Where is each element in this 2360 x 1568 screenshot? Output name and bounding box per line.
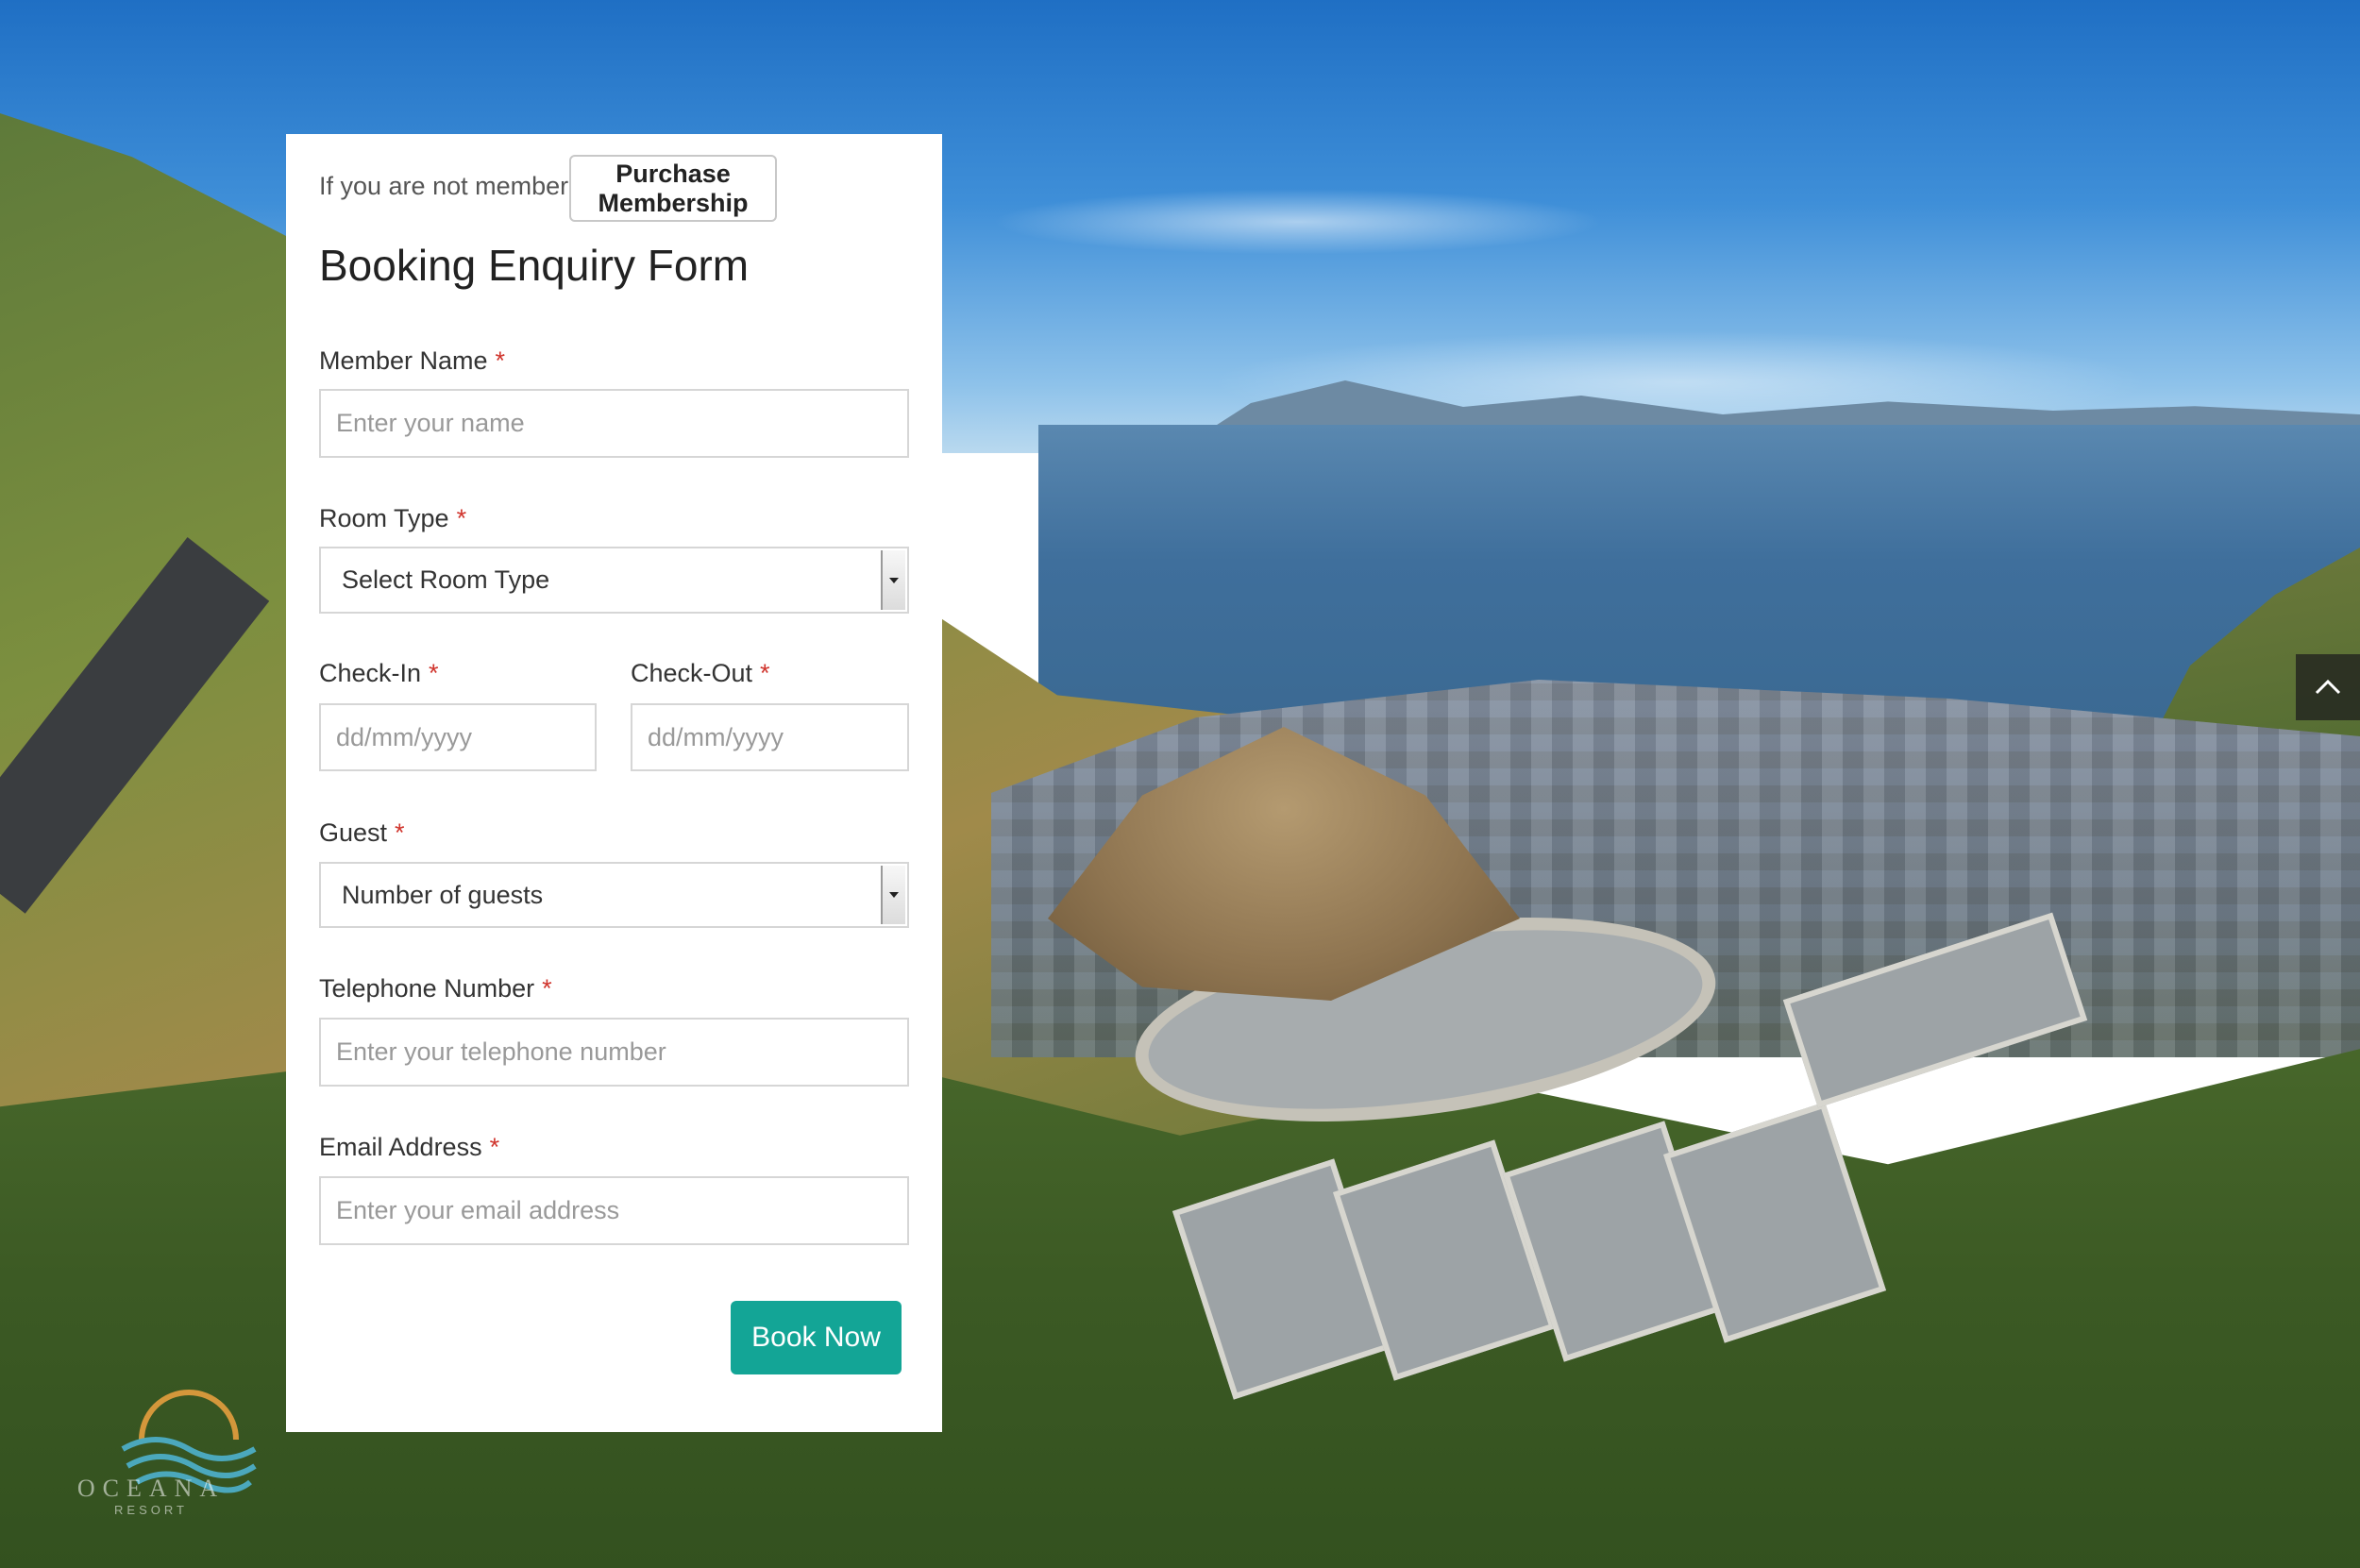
logo-subtext: RESORT (114, 1503, 188, 1517)
telephone-input[interactable]: Enter your telephone number (319, 1018, 909, 1087)
telephone-placeholder: Enter your telephone number (336, 1037, 666, 1066)
check-out-placeholder: dd/mm/yyyy (648, 722, 784, 751)
cloud (991, 189, 1605, 255)
required-marker: * (456, 504, 467, 532)
telephone-label-text: Telephone Number (319, 974, 535, 1003)
caret-down-icon (881, 866, 905, 924)
check-out-label-text: Check-Out (631, 659, 753, 687)
room-type-select[interactable]: Select Room Type (319, 547, 909, 614)
required-marker: * (760, 659, 770, 687)
required-marker: * (495, 346, 506, 375)
member-name-label-text: Member Name (319, 346, 488, 375)
required-marker: * (395, 818, 405, 847)
room-type-label-text: Room Type (319, 504, 449, 532)
required-marker: * (489, 1133, 500, 1161)
email-label: Email Address * (319, 1133, 499, 1162)
check-in-label-text: Check-In (319, 659, 422, 687)
scroll-top-button[interactable] (2296, 654, 2360, 720)
member-name-label: Member Name * (319, 346, 505, 376)
room-type-selected: Select Room Type (342, 565, 550, 594)
check-in-input[interactable]: dd/mm/yyyy (319, 703, 597, 771)
telephone-label: Telephone Number * (319, 974, 552, 1003)
logo-text: OCEANA (76, 1475, 226, 1502)
room-type-label: Room Type * (319, 504, 466, 533)
form-title: Booking Enquiry Form (319, 241, 750, 290)
check-out-label: Check-Out * (631, 659, 770, 688)
check-in-label: Check-In * (319, 659, 439, 688)
guest-selected: Number of guests (342, 880, 544, 909)
membership-prompt: If you are not member (319, 172, 569, 200)
chevron-up-icon (2315, 679, 2341, 695)
check-in-placeholder: dd/mm/yyyy (336, 722, 473, 751)
email-label-text: Email Address (319, 1133, 482, 1161)
email-placeholder: Enter your email address (336, 1196, 620, 1224)
booking-form-card: If you are not member Purchase Membershi… (286, 134, 942, 1432)
required-marker: * (542, 974, 552, 1003)
guest-select[interactable]: Number of guests (319, 862, 909, 928)
book-now-button[interactable]: Book Now (731, 1301, 902, 1374)
required-marker: * (429, 659, 439, 687)
email-input[interactable]: Enter your email address (319, 1176, 909, 1245)
check-out-input[interactable]: dd/mm/yyyy (631, 703, 909, 771)
guest-label: Guest * (319, 818, 405, 848)
guest-label-text: Guest (319, 818, 388, 847)
member-name-placeholder: Enter your name (336, 409, 525, 437)
member-name-input[interactable]: Enter your name (319, 389, 909, 458)
purchase-membership-button[interactable]: Purchase Membership (569, 155, 777, 222)
caret-down-icon (881, 550, 905, 610)
